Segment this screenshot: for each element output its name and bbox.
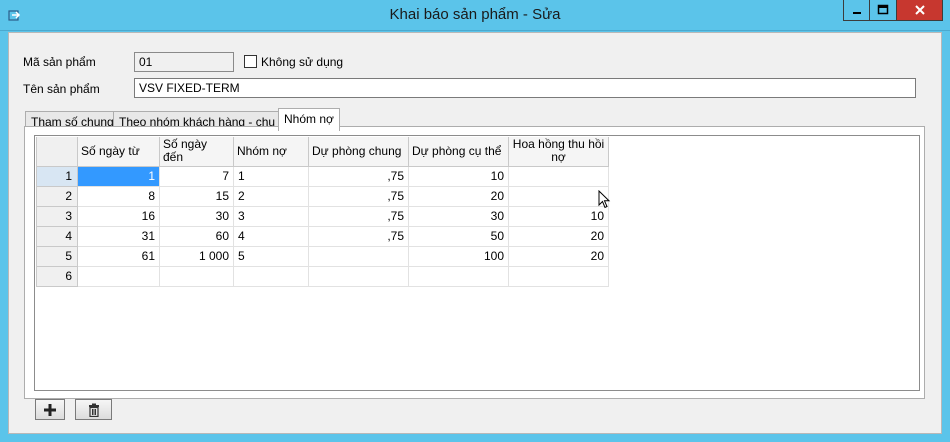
grid-cell[interactable]: 2	[233, 186, 309, 207]
close-icon	[914, 5, 925, 15]
product-name-field[interactable]: VSV FIXED-TERM	[134, 78, 916, 98]
column-header[interactable]: Dự phòng cụ thể	[408, 137, 509, 167]
column-header[interactable]: Nhóm nợ	[233, 137, 309, 167]
plus-icon	[44, 403, 56, 416]
maximize-button[interactable]	[870, 0, 897, 21]
grid-table: Số ngày từ Số ngày đến Nhóm nợ Dự phòng …	[36, 137, 609, 287]
grid-cell[interactable]: ,75	[308, 166, 409, 187]
table-row[interactable]: 2 8 15 2 ,75 20	[36, 185, 609, 207]
product-name-label: Tên sản phẩm	[23, 82, 100, 96]
grid-cell[interactable]	[308, 266, 409, 287]
grid-cell[interactable]: 8	[77, 186, 160, 207]
grid-cell[interactable]: 16	[77, 206, 160, 227]
grid-cell[interactable]: 10	[508, 206, 609, 227]
grid-cell[interactable]: 60	[159, 226, 234, 247]
unused-checkbox[interactable]	[244, 55, 257, 68]
product-code-label: Mã sản phẩm	[23, 55, 96, 69]
mouse-cursor-icon	[598, 190, 611, 209]
column-header[interactable]: Dự phòng chung	[308, 137, 409, 167]
grid-cell[interactable]: 1	[233, 166, 309, 187]
grid-cell[interactable]: 50	[408, 226, 509, 247]
grid-cell[interactable]	[408, 266, 509, 287]
grid-cell[interactable]: 100	[408, 246, 509, 267]
grid-cell[interactable]: ,75	[308, 226, 409, 247]
grid-cell[interactable]	[308, 246, 409, 267]
close-button[interactable]	[897, 0, 943, 21]
table-row[interactable]: 1 1 7 1 ,75 10	[36, 165, 609, 187]
grid-corner	[36, 137, 78, 167]
grid-cell[interactable]: 20	[508, 246, 609, 267]
column-header[interactable]: Hoa hồng thu hồi nợ	[508, 137, 609, 167]
table-row[interactable]: 3 16 30 3 ,75 30 10	[36, 205, 609, 227]
row-number[interactable]: 4	[36, 225, 78, 247]
grid-cell[interactable]: 15	[159, 186, 234, 207]
grid-cell[interactable]: ,75	[308, 206, 409, 227]
minimize-icon	[852, 12, 861, 14]
grid-cell[interactable]: 1 000	[159, 246, 234, 267]
grid-cell[interactable]	[508, 186, 609, 207]
tab-debt-group[interactable]: Nhóm nợ	[278, 108, 340, 131]
grid-cell[interactable]: 30	[159, 206, 234, 227]
grid-header-row: Số ngày từ Số ngày đến Nhóm nợ Dự phòng …	[36, 137, 609, 167]
grid-cell[interactable]: 20	[508, 226, 609, 247]
grid-cell[interactable]: 4	[233, 226, 309, 247]
column-header[interactable]: Số ngày từ	[77, 137, 160, 167]
grid-cell[interactable]: 10	[408, 166, 509, 187]
add-row-button[interactable]	[35, 399, 65, 420]
row-number[interactable]: 1	[36, 165, 78, 187]
grid-cell[interactable]: 7	[159, 166, 234, 187]
table-row[interactable]: 4 31 60 4 ,75 50 20	[36, 225, 609, 247]
grid-cell[interactable]: 1	[77, 166, 160, 187]
grid-cell[interactable]: ,75	[308, 186, 409, 207]
table-row[interactable]: 6	[36, 265, 609, 287]
window-title: Khai báo sản phẩm - Sửa	[389, 6, 561, 23]
maximize-icon	[877, 4, 889, 15]
unused-label: Không sử dụng	[261, 55, 344, 69]
product-code-field[interactable]: 01	[134, 52, 234, 72]
row-number[interactable]: 2	[36, 185, 78, 207]
grid-cell[interactable]: 30	[408, 206, 509, 227]
grid-cell[interactable]: 5	[233, 246, 309, 267]
grid-cell[interactable]: 31	[77, 226, 160, 247]
grid-cell[interactable]	[159, 266, 234, 287]
title-bar: Khai báo sản phẩm - Sửa	[0, 0, 950, 31]
tab-panel-debt-group: Số ngày từ Số ngày đến Nhóm nợ Dự phòng …	[24, 126, 925, 399]
grid-cell[interactable]	[508, 266, 609, 287]
row-number[interactable]: 3	[36, 205, 78, 227]
grid-cell[interactable]: 61	[77, 246, 160, 267]
minimize-button[interactable]	[843, 0, 870, 21]
column-header[interactable]: Số ngày đến	[159, 137, 234, 167]
grid-cell[interactable]: 20	[408, 186, 509, 207]
grid-cell[interactable]	[508, 166, 609, 187]
grid-cell[interactable]: 3	[233, 206, 309, 227]
trash-icon	[88, 403, 99, 417]
delete-row-button[interactable]	[75, 399, 112, 420]
row-number[interactable]: 6	[36, 265, 78, 287]
debt-group-grid[interactable]: Số ngày từ Số ngày đến Nhóm nợ Dự phòng …	[34, 135, 920, 391]
row-number[interactable]: 5	[36, 245, 78, 267]
grid-cell[interactable]	[77, 266, 160, 287]
table-row[interactable]: 5 61 1 000 5 100 20	[36, 245, 609, 267]
grid-cell[interactable]	[233, 266, 309, 287]
